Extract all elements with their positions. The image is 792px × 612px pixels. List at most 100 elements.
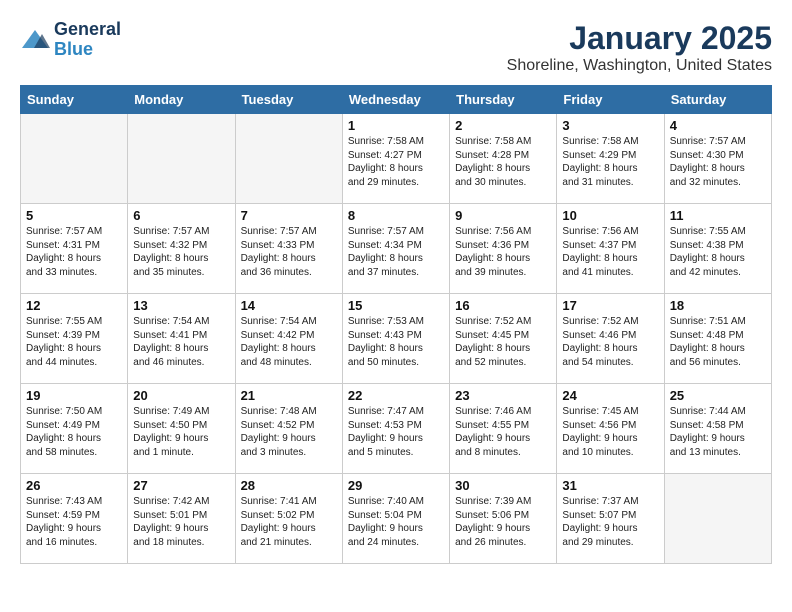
weekday-header-tuesday: Tuesday <box>235 86 342 114</box>
day-info: Sunrise: 7:58 AM Sunset: 4:28 PM Dayligh… <box>455 135 551 189</box>
day-info: Sunrise: 7:46 AM Sunset: 4:55 PM Dayligh… <box>455 405 551 459</box>
day-number: 29 <box>348 478 444 493</box>
calendar-cell: 29 Sunrise: 7:40 AM Sunset: 5:04 PM Dayli… <box>342 474 449 564</box>
day-number: 12 <box>26 298 122 313</box>
week-row-2: 12 Sunrise: 7:55 AM Sunset: 4:39 PM Dayli… <box>21 294 772 384</box>
calendar-cell <box>235 114 342 204</box>
day-number: 10 <box>562 208 658 223</box>
day-number: 23 <box>455 388 551 403</box>
calendar-cell: 9 Sunrise: 7:56 AM Sunset: 4:36 PM Daylig… <box>450 204 557 294</box>
day-number: 2 <box>455 118 551 133</box>
day-info: Sunrise: 7:48 AM Sunset: 4:52 PM Dayligh… <box>241 405 337 459</box>
page-container: General Blue January 2025 Shoreline, Was… <box>20 20 772 564</box>
day-number: 18 <box>670 298 766 313</box>
calendar-cell: 15 Sunrise: 7:53 AM Sunset: 4:43 PM Dayli… <box>342 294 449 384</box>
day-number: 13 <box>133 298 229 313</box>
logo-text: General Blue <box>54 20 121 60</box>
day-info: Sunrise: 7:37 AM Sunset: 5:07 PM Dayligh… <box>562 495 658 549</box>
calendar-cell: 2 Sunrise: 7:58 AM Sunset: 4:28 PM Daylig… <box>450 114 557 204</box>
calendar-table: SundayMondayTuesdayWednesdayThursdayFrid… <box>20 85 772 564</box>
day-info: Sunrise: 7:47 AM Sunset: 4:53 PM Dayligh… <box>348 405 444 459</box>
calendar-cell: 4 Sunrise: 7:57 AM Sunset: 4:30 PM Daylig… <box>664 114 771 204</box>
day-info: Sunrise: 7:50 AM Sunset: 4:49 PM Dayligh… <box>26 405 122 459</box>
day-info: Sunrise: 7:42 AM Sunset: 5:01 PM Dayligh… <box>133 495 229 549</box>
day-number: 17 <box>562 298 658 313</box>
day-info: Sunrise: 7:54 AM Sunset: 4:42 PM Dayligh… <box>241 315 337 369</box>
day-info: Sunrise: 7:55 AM Sunset: 4:39 PM Dayligh… <box>26 315 122 369</box>
weekday-header-wednesday: Wednesday <box>342 86 449 114</box>
day-number: 24 <box>562 388 658 403</box>
day-info: Sunrise: 7:57 AM Sunset: 4:32 PM Dayligh… <box>133 225 229 279</box>
calendar-cell: 23 Sunrise: 7:46 AM Sunset: 4:55 PM Dayli… <box>450 384 557 474</box>
calendar-cell: 30 Sunrise: 7:39 AM Sunset: 5:06 PM Dayli… <box>450 474 557 564</box>
day-info: Sunrise: 7:52 AM Sunset: 4:46 PM Dayligh… <box>562 315 658 369</box>
weekday-header-sunday: Sunday <box>21 86 128 114</box>
day-number: 28 <box>241 478 337 493</box>
logo-icon <box>20 28 50 52</box>
day-number: 15 <box>348 298 444 313</box>
week-row-4: 26Sunrise: 7:43 AM Sunset: 4:59 PM Dayli… <box>21 474 772 564</box>
calendar-cell: 21 Sunrise: 7:48 AM Sunset: 4:52 PM Dayli… <box>235 384 342 474</box>
calendar-cell <box>664 474 771 564</box>
day-number: 27 <box>133 478 229 493</box>
calendar-cell: 18 Sunrise: 7:51 AM Sunset: 4:48 PM Dayli… <box>664 294 771 384</box>
day-number: 16 <box>455 298 551 313</box>
calendar-cell: 3 Sunrise: 7:58 AM Sunset: 4:29 PM Daylig… <box>557 114 664 204</box>
day-info: Sunrise: 7:39 AM Sunset: 5:06 PM Dayligh… <box>455 495 551 549</box>
calendar-title: January 2025 <box>507 20 772 57</box>
day-info: Sunrise: 7:45 AM Sunset: 4:56 PM Dayligh… <box>562 405 658 459</box>
calendar-cell <box>21 114 128 204</box>
calendar-cell: 1Sunrise: 7:58 AM Sunset: 4:27 PM Daylig… <box>342 114 449 204</box>
day-info: Sunrise: 7:57 AM Sunset: 4:30 PM Dayligh… <box>670 135 766 189</box>
day-number: 20 <box>133 388 229 403</box>
day-number: 22 <box>348 388 444 403</box>
calendar-cell: 26Sunrise: 7:43 AM Sunset: 4:59 PM Dayli… <box>21 474 128 564</box>
day-number: 3 <box>562 118 658 133</box>
calendar-cell: 14 Sunrise: 7:54 AM Sunset: 4:42 PM Dayli… <box>235 294 342 384</box>
week-row-0: 1Sunrise: 7:58 AM Sunset: 4:27 PM Daylig… <box>21 114 772 204</box>
day-info: Sunrise: 7:53 AM Sunset: 4:43 PM Dayligh… <box>348 315 444 369</box>
calendar-cell: 17 Sunrise: 7:52 AM Sunset: 4:46 PM Dayli… <box>557 294 664 384</box>
day-number: 5 <box>26 208 122 223</box>
day-info: Sunrise: 7:57 AM Sunset: 4:34 PM Dayligh… <box>348 225 444 279</box>
calendar-cell: 5 Sunrise: 7:57 AM Sunset: 4:31 PM Daylig… <box>21 204 128 294</box>
calendar-cell: 8 Sunrise: 7:57 AM Sunset: 4:34 PM Daylig… <box>342 204 449 294</box>
day-number: 31 <box>562 478 658 493</box>
day-number: 7 <box>241 208 337 223</box>
day-number: 11 <box>670 208 766 223</box>
day-info: Sunrise: 7:51 AM Sunset: 4:48 PM Dayligh… <box>670 315 766 369</box>
day-number: 14 <box>241 298 337 313</box>
day-info: Sunrise: 7:44 AM Sunset: 4:58 PM Dayligh… <box>670 405 766 459</box>
calendar-cell: 16Sunrise: 7:52 AM Sunset: 4:45 PM Dayli… <box>450 294 557 384</box>
calendar-cell: 22 Sunrise: 7:47 AM Sunset: 4:53 PM Dayli… <box>342 384 449 474</box>
day-info: Sunrise: 7:58 AM Sunset: 4:27 PM Dayligh… <box>348 135 444 189</box>
day-info: Sunrise: 7:58 AM Sunset: 4:29 PM Dayligh… <box>562 135 658 189</box>
calendar-cell: 12 Sunrise: 7:55 AM Sunset: 4:39 PM Dayli… <box>21 294 128 384</box>
day-info: Sunrise: 7:41 AM Sunset: 5:02 PM Dayligh… <box>241 495 337 549</box>
calendar-cell: 25Sunrise: 7:44 AM Sunset: 4:58 PM Dayli… <box>664 384 771 474</box>
weekday-header-saturday: Saturday <box>664 86 771 114</box>
calendar-cell: 19Sunrise: 7:50 AM Sunset: 4:49 PM Dayli… <box>21 384 128 474</box>
day-number: 26 <box>26 478 122 493</box>
logo: General Blue <box>20 20 121 60</box>
day-info: Sunrise: 7:56 AM Sunset: 4:36 PM Dayligh… <box>455 225 551 279</box>
calendar-cell: 6Sunrise: 7:57 AM Sunset: 4:32 PM Daylig… <box>128 204 235 294</box>
calendar-cell: 10 Sunrise: 7:56 AM Sunset: 4:37 PM Dayli… <box>557 204 664 294</box>
header: General Blue January 2025 Shoreline, Was… <box>20 20 772 75</box>
weekday-header-friday: Friday <box>557 86 664 114</box>
weekday-header-row: SundayMondayTuesdayWednesdayThursdayFrid… <box>21 86 772 114</box>
calendar-cell: 27 Sunrise: 7:42 AM Sunset: 5:01 PM Dayli… <box>128 474 235 564</box>
day-info: Sunrise: 7:57 AM Sunset: 4:31 PM Dayligh… <box>26 225 122 279</box>
calendar-cell: 13Sunrise: 7:54 AM Sunset: 4:41 PM Dayli… <box>128 294 235 384</box>
day-info: Sunrise: 7:57 AM Sunset: 4:33 PM Dayligh… <box>241 225 337 279</box>
day-number: 8 <box>348 208 444 223</box>
day-info: Sunrise: 7:40 AM Sunset: 5:04 PM Dayligh… <box>348 495 444 549</box>
day-number: 4 <box>670 118 766 133</box>
day-number: 21 <box>241 388 337 403</box>
day-number: 30 <box>455 478 551 493</box>
day-number: 9 <box>455 208 551 223</box>
calendar-subtitle: Shoreline, Washington, United States <box>507 57 772 75</box>
day-info: Sunrise: 7:49 AM Sunset: 4:50 PM Dayligh… <box>133 405 229 459</box>
day-info: Sunrise: 7:56 AM Sunset: 4:37 PM Dayligh… <box>562 225 658 279</box>
calendar-cell: 7 Sunrise: 7:57 AM Sunset: 4:33 PM Daylig… <box>235 204 342 294</box>
